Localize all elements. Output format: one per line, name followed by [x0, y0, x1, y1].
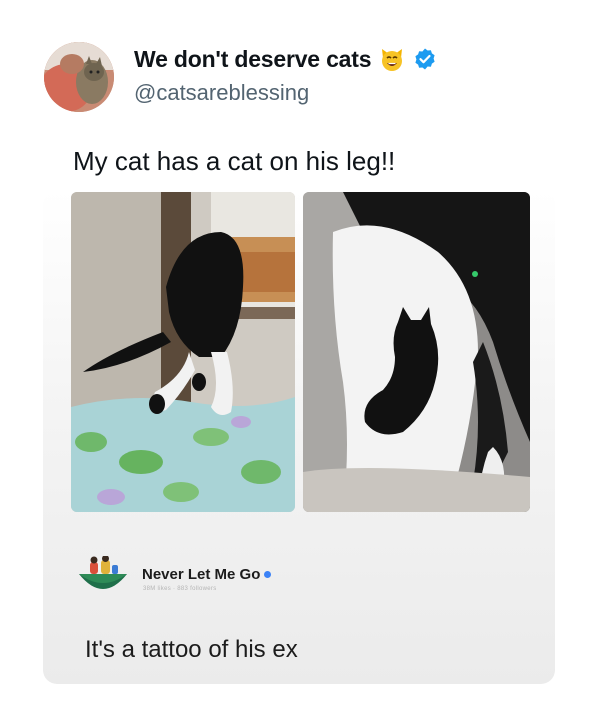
quote-account-row: Never Let Me Go — [142, 566, 272, 583]
cat-photo-right[interactable] — [303, 192, 530, 512]
quote-account-name[interactable]: Never Let Me Go — [142, 566, 260, 583]
status-dot-icon — [264, 571, 272, 578]
smiling-cat-emoji-icon — [379, 46, 405, 72]
tweet-text: My cat has a cat on his leg!! — [73, 146, 396, 176]
quote-account-logo[interactable] — [77, 555, 129, 596]
avatar-image — [44, 42, 114, 112]
verified-badge-icon — [413, 47, 437, 71]
tweet-media-card[interactable]: Never Let Me Go 38M likes · 883 follower… — [43, 190, 555, 684]
profile-avatar[interactable] — [44, 42, 114, 112]
user-handle[interactable]: @catsareblessing — [134, 80, 309, 106]
quote-account-meta: 38M likes · 883 followers — [143, 586, 217, 592]
cat-photo-left[interactable] — [71, 192, 295, 512]
display-name[interactable]: We don't deserve cats — [134, 46, 372, 73]
tweet-author-row: We don't deserve cats — [134, 44, 437, 74]
quote-text: It's a tattoo of his ex — [85, 636, 298, 663]
